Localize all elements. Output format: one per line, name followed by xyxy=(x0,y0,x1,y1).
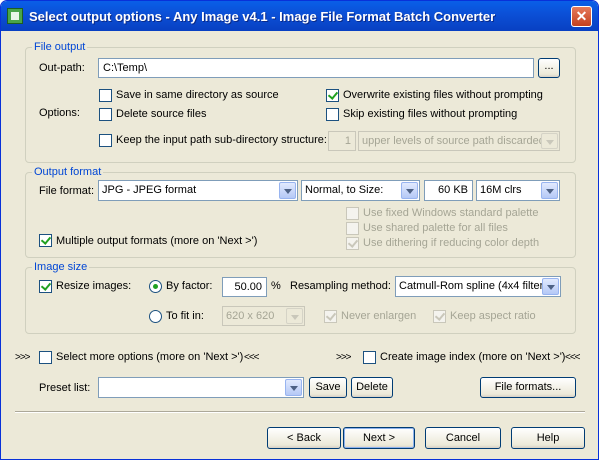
right-arrows-close-decor: <<< xyxy=(565,352,581,363)
out-path-label: Out-path: xyxy=(39,62,85,74)
shared-palette-label: Use shared palette for all files xyxy=(363,222,508,234)
preset-select[interactable] xyxy=(98,377,304,398)
fixed-palette-label: Use fixed Windows standard palette xyxy=(363,207,539,219)
resampling-label: Resampling method: xyxy=(290,280,391,292)
dialog-window: Select output options - Any Image v4.1 -… xyxy=(0,0,599,460)
app-icon xyxy=(7,8,23,24)
skip-existing-label: Skip existing files without prompting xyxy=(343,108,518,120)
overwrite-checkbox[interactable] xyxy=(326,89,339,102)
file-format-value: JPG - JPEG format xyxy=(102,184,197,196)
shared-palette-checkbox[interactable] xyxy=(346,222,359,235)
resize-checkbox[interactable] xyxy=(39,280,52,293)
fit-size-select[interactable]: 620 x 620 xyxy=(222,306,305,326)
left-arrows-close-decor: <<< xyxy=(244,352,260,363)
file-format-label: File format: xyxy=(39,185,95,197)
quality-mode-value: Normal, to Size: xyxy=(305,184,384,196)
colors-select[interactable]: 16M clrs xyxy=(476,180,560,201)
colors-value: 16M clrs xyxy=(480,184,522,196)
file-output-legend: File output xyxy=(32,41,88,53)
fit-size-value: 620 x 620 xyxy=(226,310,275,322)
keep-structure-label: Keep the input path sub-directory struct… xyxy=(116,134,327,146)
save-same-dir-checkbox[interactable] xyxy=(99,89,112,102)
target-size-input[interactable]: 60 KB xyxy=(424,180,473,201)
levels-select[interactable]: upper levels of source path discarded xyxy=(358,131,560,151)
chevron-down-icon xyxy=(541,133,558,149)
output-format-legend: Output format xyxy=(32,166,104,178)
right-arrows-decor: >>> xyxy=(336,352,352,363)
out-path-input[interactable]: C:\Temp\ xyxy=(98,58,534,78)
options-label: Options: xyxy=(39,107,80,119)
next-button[interactable]: Next > xyxy=(343,427,415,449)
more-options-label: Select more options (more on 'Next >') xyxy=(56,351,244,363)
file-format-select[interactable]: JPG - JPEG format xyxy=(98,180,298,201)
browse-button[interactable]: ... xyxy=(538,58,560,78)
save-same-dir-label: Save in same directory as source xyxy=(116,89,279,101)
create-index-checkbox[interactable] xyxy=(363,351,376,364)
file-formats-button[interactable]: File formats... xyxy=(480,377,576,398)
chevron-down-icon xyxy=(285,379,302,396)
chevron-down-icon xyxy=(279,182,296,199)
overwrite-label: Overwrite existing files without prompti… xyxy=(343,89,543,101)
delete-source-label: Delete source files xyxy=(116,108,207,120)
chevron-down-icon xyxy=(542,278,559,295)
multiple-formats-label: Multiple output formats (more on 'Next >… xyxy=(56,235,258,247)
close-button[interactable]: ✕ xyxy=(571,6,592,27)
by-factor-label: By factor: xyxy=(166,280,213,292)
bottom-separator xyxy=(15,411,585,413)
more-options-checkbox[interactable] xyxy=(39,351,52,364)
dithering-label: Use dithering if reducing color depth xyxy=(363,237,540,249)
never-enlarge-label: Never enlargen xyxy=(341,310,417,322)
resampling-select[interactable]: Catmull-Rom spline (4x4 filter) xyxy=(395,276,561,297)
help-button[interactable]: Help xyxy=(511,427,585,449)
quality-mode-select[interactable]: Normal, to Size: xyxy=(301,180,420,201)
keep-aspect-checkbox[interactable] xyxy=(433,310,446,323)
multiple-formats-checkbox[interactable] xyxy=(39,234,52,247)
by-factor-radio[interactable] xyxy=(149,280,162,293)
image-size-legend: Image size xyxy=(32,261,90,273)
resize-label: Resize images: xyxy=(56,280,132,292)
delete-preset-button[interactable]: Delete xyxy=(351,377,393,398)
resampling-value: Catmull-Rom spline (4x4 filter) xyxy=(399,280,547,292)
delete-source-checkbox[interactable] xyxy=(99,108,112,121)
chevron-down-icon xyxy=(286,308,303,324)
keep-aspect-label: Keep aspect ratio xyxy=(450,310,536,322)
levels-spinner[interactable]: 1 xyxy=(328,131,356,151)
fixed-palette-checkbox[interactable] xyxy=(346,207,359,220)
preset-label: Preset list: xyxy=(39,382,91,394)
never-enlarge-checkbox[interactable] xyxy=(324,310,337,323)
factor-unit-label: % xyxy=(271,280,281,292)
to-fit-label: To fit in: xyxy=(166,310,204,322)
left-arrows-decor: >>> xyxy=(15,352,31,363)
factor-input[interactable]: 50.00 xyxy=(222,277,267,297)
save-preset-button[interactable]: Save xyxy=(309,377,347,398)
levels-select-value: upper levels of source path discarded xyxy=(362,135,545,147)
cancel-button[interactable]: Cancel xyxy=(425,427,501,449)
title-bar[interactable]: Select output options - Any Image v4.1 -… xyxy=(1,1,598,31)
to-fit-radio[interactable] xyxy=(149,310,162,323)
keep-structure-checkbox[interactable] xyxy=(99,134,112,147)
chevron-down-icon xyxy=(541,182,558,199)
skip-existing-checkbox[interactable] xyxy=(326,108,339,121)
create-index-label: Create image index (more on 'Next >') xyxy=(380,351,566,363)
dithering-checkbox[interactable] xyxy=(346,237,359,250)
window-title: Select output options - Any Image v4.1 -… xyxy=(29,9,496,24)
chevron-down-icon xyxy=(401,182,418,199)
back-button[interactable]: < Back xyxy=(267,427,341,449)
